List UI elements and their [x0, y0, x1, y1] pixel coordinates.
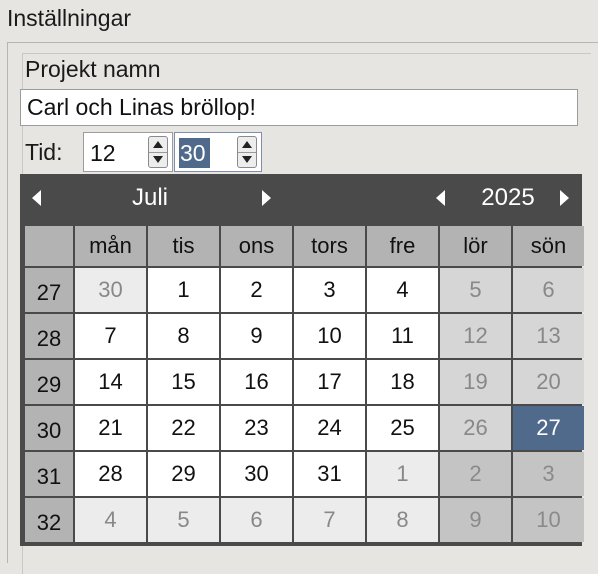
day-cell[interactable]: 9 — [221, 314, 292, 358]
day-cell[interactable]: 5 — [148, 498, 219, 542]
day-cell[interactable]: 3 — [513, 452, 584, 496]
weekday-header: tis — [148, 226, 219, 266]
day-cell[interactable]: 24 — [294, 406, 365, 450]
minute-value[interactable]: 30 — [179, 138, 210, 168]
arrow-left-icon — [32, 190, 41, 206]
week-number: 31 — [25, 452, 73, 496]
arrow-right-icon — [262, 190, 271, 206]
day-cell[interactable]: 8 — [367, 498, 438, 542]
project-name-input[interactable]: Carl och Linas bröllop! — [20, 89, 578, 126]
hour-increment-button[interactable] — [149, 137, 167, 153]
day-cell[interactable]: 20 — [513, 360, 584, 404]
day-cell[interactable]: 31 — [294, 452, 365, 496]
week-number-header — [25, 226, 73, 266]
day-cell[interactable]: 21 — [75, 406, 146, 450]
day-cell[interactable]: 13 — [513, 314, 584, 358]
selected-day-cell[interactable]: 27 — [513, 406, 584, 450]
day-cell[interactable]: 17 — [294, 360, 365, 404]
day-cell[interactable]: 23 — [221, 406, 292, 450]
day-cell[interactable]: 10 — [294, 314, 365, 358]
day-cell[interactable]: 4 — [367, 268, 438, 312]
triangle-up-icon — [153, 141, 163, 148]
day-cell[interactable]: 8 — [148, 314, 219, 358]
day-cell[interactable]: 18 — [367, 360, 438, 404]
weekday-header: ons — [221, 226, 292, 266]
year-label: 2025 — [481, 184, 535, 211]
week-number: 27 — [25, 268, 73, 312]
triangle-down-icon — [153, 156, 163, 163]
day-cell[interactable]: 30 — [221, 452, 292, 496]
day-cell[interactable]: 28 — [75, 452, 146, 496]
time-label: Tid: — [25, 139, 63, 165]
minute-spin-buttons — [237, 136, 257, 168]
day-cell[interactable]: 16 — [221, 360, 292, 404]
day-cell[interactable]: 9 — [440, 498, 511, 542]
month-label: Juli — [131, 184, 168, 211]
triangle-down-icon — [242, 156, 252, 163]
day-cell[interactable]: 15 — [148, 360, 219, 404]
day-cell[interactable]: 30 — [75, 268, 146, 312]
day-cell[interactable]: 7 — [75, 314, 146, 358]
arrow-right-icon — [560, 190, 569, 206]
previous-month-button[interactable] — [32, 188, 50, 208]
weekday-header: sön — [513, 226, 584, 266]
week-number: 28 — [25, 314, 73, 358]
calendar-widget: Juli 2025 mån tis ons tors fre lör sön 27 30 1 2 3 4… — [20, 174, 584, 546]
day-cell[interactable]: 25 — [367, 406, 438, 450]
day-cell[interactable]: 12 — [440, 314, 511, 358]
day-cell[interactable]: 19 — [440, 360, 511, 404]
day-cell[interactable]: 2 — [221, 268, 292, 312]
day-cell[interactable]: 6 — [221, 498, 292, 542]
day-cell[interactable]: 14 — [75, 360, 146, 404]
hour-spinbox[interactable]: 12 — [83, 132, 173, 172]
triangle-up-icon — [242, 141, 252, 148]
weekday-header: mån — [75, 226, 146, 266]
day-cell[interactable]: 22 — [148, 406, 219, 450]
day-cell[interactable]: 1 — [367, 452, 438, 496]
week-number: 32 — [25, 498, 73, 542]
day-cell[interactable]: 3 — [294, 268, 365, 312]
day-cell[interactable]: 26 — [440, 406, 511, 450]
hour-value[interactable]: 12 — [90, 138, 116, 168]
weekday-header: tors — [294, 226, 365, 266]
day-cell[interactable]: 10 — [513, 498, 584, 542]
calendar-navigation: Juli 2025 — [20, 174, 582, 222]
minute-increment-button[interactable] — [238, 137, 256, 153]
day-cell[interactable]: 2 — [440, 452, 511, 496]
week-number: 30 — [25, 406, 73, 450]
day-cell[interactable]: 1 — [148, 268, 219, 312]
day-cell[interactable]: 5 — [440, 268, 511, 312]
arrow-left-icon — [436, 190, 445, 206]
next-year-button[interactable] — [560, 188, 578, 208]
project-name-label: Projekt namn — [25, 56, 161, 82]
day-cell[interactable]: 7 — [294, 498, 365, 542]
hour-spin-buttons — [148, 136, 168, 168]
settings-title: Inställningar — [7, 5, 132, 31]
week-number: 29 — [25, 360, 73, 404]
minute-decrement-button[interactable] — [238, 152, 256, 167]
day-cell[interactable]: 11 — [367, 314, 438, 358]
weekday-header: fre — [367, 226, 438, 266]
day-cell[interactable]: 4 — [75, 498, 146, 542]
previous-year-button[interactable] — [436, 188, 454, 208]
day-cell[interactable]: 6 — [513, 268, 584, 312]
day-cell[interactable]: 29 — [148, 452, 219, 496]
hour-decrement-button[interactable] — [149, 152, 167, 167]
minute-spinbox[interactable]: 30 — [174, 132, 262, 172]
weekday-header: lör — [440, 226, 511, 266]
calendar-grid: mån tis ons tors fre lör sön 27 30 1 2 3 4 5 6 28 7 8 9 10 1… — [25, 226, 584, 542]
next-month-button[interactable] — [262, 188, 280, 208]
